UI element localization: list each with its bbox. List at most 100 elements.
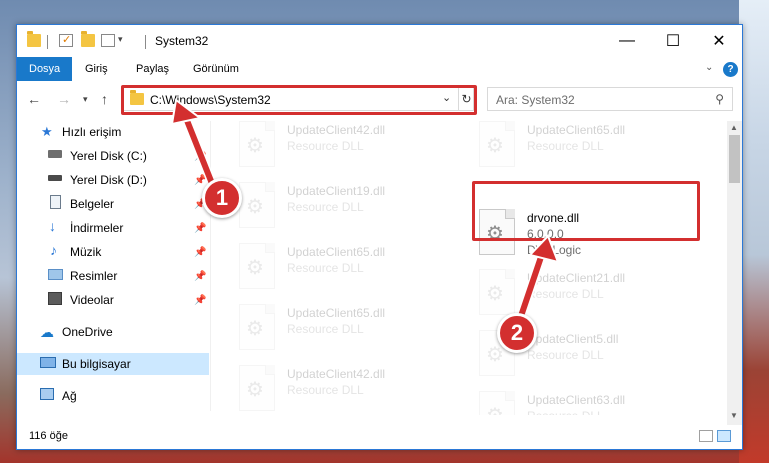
properties-icon[interactable]: ✓ xyxy=(59,34,73,47)
sidebar-item-music[interactable]: ♪ Müzik 📌 xyxy=(17,241,209,263)
desktop-wallpaper xyxy=(739,0,769,463)
file-item[interactable]: ⚙ UpdateClient19.dll Resource DLL xyxy=(239,182,459,238)
search-input[interactable]: Ara: System32 xyxy=(496,93,575,107)
file-name: UpdateClient42.dll xyxy=(287,123,386,137)
file-type: Resource DLL xyxy=(527,409,604,415)
item-count: 116 öğe xyxy=(29,430,68,442)
tab-view[interactable]: Görünüm xyxy=(181,57,251,81)
file-name: UpdateClient63.dll xyxy=(527,393,626,407)
dll-file-icon: ⚙ xyxy=(479,121,515,167)
dll-file-icon: ⚙ xyxy=(239,121,275,167)
sidebar-item-disk-c[interactable]: Yerel Disk (C:) 📌 xyxy=(17,145,209,167)
file-company: DVDLogic xyxy=(527,243,582,257)
sidebar-item-documents[interactable]: Belgeler 📌 xyxy=(17,193,209,215)
up-arrow-icon[interactable]: ↑ xyxy=(101,91,108,107)
vertical-scrollbar[interactable]: ▲ ▼ xyxy=(727,121,742,425)
file-type: Resource DLL xyxy=(527,287,604,301)
title-separator-2 xyxy=(145,35,146,49)
folder-icon xyxy=(27,31,41,47)
sidebar-item-pictures[interactable]: Resimler 📌 xyxy=(17,265,209,287)
file-item[interactable]: ⚙ UpdateClient65.dll Resource DLL xyxy=(239,243,459,299)
file-item[interactable]: ⚙ UpdateClient63.dll Resource DLL xyxy=(479,391,699,415)
large-icons-view-icon[interactable] xyxy=(717,430,731,442)
pin-icon[interactable]: 📌 xyxy=(194,151,206,162)
back-arrow-icon[interactable]: ← xyxy=(27,91,41,107)
new-folder-icon[interactable] xyxy=(81,31,95,47)
file-highlight-box xyxy=(472,181,700,241)
pin-icon[interactable]: 📌 xyxy=(194,175,206,186)
sidebar-item-label: Videolar xyxy=(70,293,114,307)
forward-arrow-icon[interactable]: → xyxy=(57,91,71,107)
file-name: UpdateClient21.dll xyxy=(527,271,626,285)
sidebar-item-label: Hızlı erişim xyxy=(62,125,122,139)
ribbon-tabs: Dosya Giriş Paylaş Görünüm ⌄ ? xyxy=(17,57,742,81)
file-name: UpdateClient5.dll xyxy=(527,332,619,346)
dll-file-icon: ⚙ xyxy=(239,243,275,289)
music-icon: ♪ xyxy=(50,242,57,258)
file-item[interactable]: ⚙ UpdateClient42.dll Resource DLL xyxy=(239,365,459,415)
computer-icon xyxy=(40,357,56,368)
expand-ribbon-icon[interactable]: ⌄ xyxy=(705,62,713,73)
sidebar-item-quick-access[interactable]: ★ Hızlı erişim xyxy=(17,121,209,143)
gear-icon: ⚙ xyxy=(486,283,504,305)
tab-home[interactable]: Giriş xyxy=(73,57,120,81)
file-type: Resource DLL xyxy=(287,322,364,336)
dll-file-icon: ⚙ xyxy=(239,304,275,350)
status-bar: 116 öğe xyxy=(17,425,742,449)
pin-icon[interactable]: 📌 xyxy=(194,271,206,282)
file-name: UpdateClient65.dll xyxy=(287,245,386,259)
file-list: ⚙ UpdateClient42.dll Resource DLL ⚙ Upda… xyxy=(211,115,726,415)
maximize-button[interactable]: ☐ xyxy=(650,25,696,56)
tab-file[interactable]: Dosya xyxy=(17,57,73,81)
gear-icon: ⚙ xyxy=(486,344,504,366)
file-item[interactable]: ⚙ UpdateClient42.dll Resource DLL xyxy=(239,121,459,177)
tab-share[interactable]: Paylaş xyxy=(124,57,181,81)
file-item[interactable]: ⚙ UpdateClient65.dll Resource DLL xyxy=(479,121,699,177)
gear-icon: ⚙ xyxy=(246,135,264,157)
step-marker-1: 1 xyxy=(202,178,242,218)
file-type: Resource DLL xyxy=(287,200,364,214)
navigation-pane: ★ Hızlı erişim Yerel Disk (C:) 📌 Yerel D… xyxy=(17,121,209,411)
drive-icon xyxy=(48,175,62,181)
pin-icon[interactable]: 📌 xyxy=(194,295,206,306)
gear-icon: ⚙ xyxy=(246,379,264,401)
drive-icon xyxy=(48,150,62,158)
cloud-icon: ☁ xyxy=(40,324,54,340)
chevron-down-icon[interactable]: ▾ xyxy=(118,34,123,45)
file-explorer-window: ✓ ▾ System32 — ☐ ✕ Dosya Giriş Paylaş Gö… xyxy=(16,24,743,450)
pictures-icon xyxy=(48,269,63,280)
scrollbar-thumb[interactable] xyxy=(729,135,740,183)
sidebar-item-this-pc[interactable]: Bu bilgisayar xyxy=(17,353,209,375)
dll-file-icon: ⚙ xyxy=(239,182,275,228)
file-item[interactable]: ⚙ UpdateClient65.dll Resource DLL xyxy=(239,304,459,360)
customize-toolbar-icon[interactable] xyxy=(101,34,115,47)
title-bar: ✓ ▾ System32 — ☐ ✕ xyxy=(17,25,742,57)
file-name: UpdateClient65.dll xyxy=(527,123,626,137)
dll-file-icon: ⚙ xyxy=(479,391,515,415)
minimize-button[interactable]: — xyxy=(604,25,650,56)
sidebar-item-network[interactable]: Ağ xyxy=(17,385,209,407)
scroll-down-icon[interactable]: ▼ xyxy=(730,411,738,420)
details-view-icon[interactable] xyxy=(699,430,713,442)
scroll-up-icon[interactable]: ▲ xyxy=(730,123,738,132)
pin-icon[interactable]: 📌 xyxy=(194,223,206,234)
file-type: Resource DLL xyxy=(287,261,364,275)
help-button[interactable]: ? xyxy=(723,62,738,77)
search-box[interactable]: Ara: System32 ⚲ xyxy=(487,87,733,111)
close-button[interactable]: ✕ xyxy=(696,25,742,56)
sidebar-item-videos[interactable]: Videolar 📌 xyxy=(17,289,209,311)
recent-locations-icon[interactable]: ▾ xyxy=(83,94,88,105)
sidebar-item-label: Bu bilgisayar xyxy=(62,357,131,371)
sidebar-item-label: Yerel Disk (D:) xyxy=(70,173,147,187)
window-title: System32 xyxy=(155,34,209,48)
sidebar-item-disk-d[interactable]: Yerel Disk (D:) 📌 xyxy=(17,169,209,191)
gear-icon: ⚙ xyxy=(246,257,264,279)
sidebar-item-label: OneDrive xyxy=(62,325,113,339)
search-icon[interactable]: ⚲ xyxy=(715,92,724,106)
sidebar-item-downloads[interactable]: ↓ İndirmeler 📌 xyxy=(17,217,209,239)
sidebar-item-onedrive[interactable]: ☁ OneDrive xyxy=(17,321,209,343)
network-icon xyxy=(40,388,54,400)
star-icon: ★ xyxy=(41,124,53,139)
videos-icon xyxy=(48,292,62,305)
pin-icon[interactable]: 📌 xyxy=(194,247,206,258)
